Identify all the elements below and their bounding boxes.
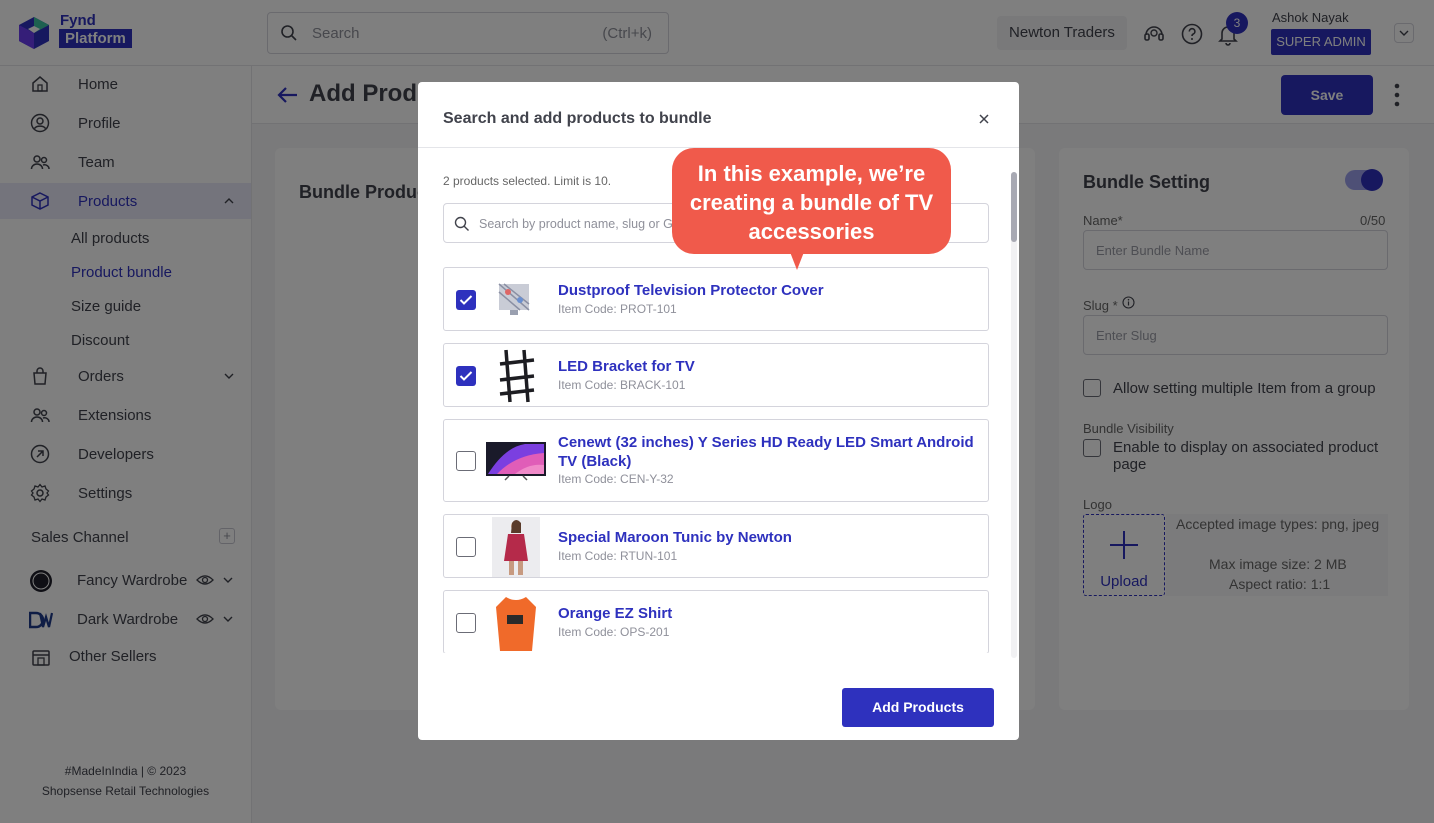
smart-tv-product-image [486,442,546,481]
orange-shirt-product-image [492,593,540,653]
product-checkbox[interactable] [456,537,476,557]
product-code: Item Code: BRACK-101 [558,378,686,392]
product-name[interactable]: Cenewt (32 inches) Y Series HD Ready LED… [558,433,978,471]
add-products-button[interactable]: Add Products [842,688,994,727]
close-icon[interactable] [977,112,991,126]
product-row[interactable]: Special Maroon Tunic by Newton Item Code… [443,514,989,578]
checkmark-icon [459,295,473,305]
product-list: Dustproof Television Protector Cover Ite… [443,267,989,653]
product-code: Item Code: OPS-201 [558,625,670,639]
tutorial-callout-pointer [790,252,804,270]
product-name[interactable]: LED Bracket for TV [558,357,978,376]
tunic-product-image [492,517,540,577]
product-checkbox[interactable] [456,451,476,471]
product-checkbox[interactable] [456,290,476,310]
product-row[interactable]: Cenewt (32 inches) Y Series HD Ready LED… [443,419,989,502]
tutorial-callout: In this example, we’re creating a bundle… [672,148,951,254]
tv-cover-product-image [498,283,530,315]
modal-title: Search and add products to bundle [443,110,712,127]
product-code: Item Code: CEN-Y-32 [558,472,674,486]
checkmark-icon [459,371,473,381]
product-row[interactable]: Orange EZ Shirt Item Code: OPS-201 [443,590,989,653]
selected-count-text: 2 products selected. Limit is 10. [443,174,612,188]
product-row[interactable]: Dustproof Television Protector Cover Ite… [443,267,989,331]
product-checkbox[interactable] [456,366,476,386]
modal-scrollbar[interactable] [1011,172,1017,658]
product-checkbox[interactable] [456,613,476,633]
product-code: Item Code: PROT-101 [558,302,677,316]
product-name[interactable]: Dustproof Television Protector Cover [558,281,978,300]
product-name[interactable]: Orange EZ Shirt [558,604,978,623]
product-code: Item Code: RTUN-101 [558,549,678,563]
search-icon [454,216,469,231]
modal-scrollbar-thumb[interactable] [1011,172,1017,242]
product-row[interactable]: LED Bracket for TV Item Code: BRACK-101 [443,343,989,407]
tv-bracket-product-image [492,346,540,406]
product-name[interactable]: Special Maroon Tunic by Newton [558,528,978,547]
